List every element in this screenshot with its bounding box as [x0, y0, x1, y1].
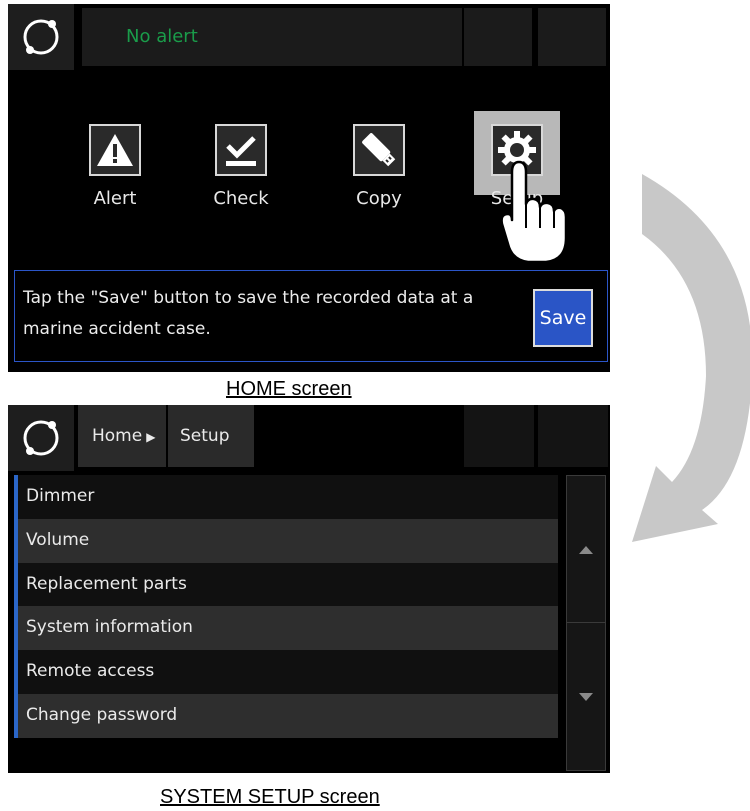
status-box-1: [464, 405, 534, 467]
message-bar: Tap the "Save" button to save the record…: [14, 270, 608, 362]
save-instruction-text: Tap the "Save" button to save the record…: [23, 288, 474, 339]
check-button[interactable]: Check: [178, 122, 298, 242]
triangle-down-icon: [579, 693, 593, 701]
logo-icon: [23, 420, 59, 456]
home-top-bar: No alert: [8, 4, 610, 70]
menu-item-replacement-parts[interactable]: Replacement parts: [14, 562, 558, 607]
flow-arrow-icon: [632, 174, 750, 542]
alert-status-bar[interactable]: No alert: [82, 8, 462, 66]
save-button[interactable]: Save: [533, 289, 593, 347]
home-logo-button[interactable]: [8, 4, 74, 70]
alert-tile: [89, 124, 141, 176]
scrollbar[interactable]: [566, 475, 606, 771]
setup-screen-caption: SYSTEM SETUP screen: [160, 786, 380, 808]
status-box-2: [538, 405, 608, 467]
warning-triangle-icon: [97, 134, 133, 166]
home-screen-caption: HOME screen: [226, 378, 352, 400]
logo-icon: [23, 19, 59, 55]
breadcrumb-current: Setup: [168, 405, 254, 467]
scroll-up-button[interactable]: [567, 476, 605, 623]
check-tile: [215, 124, 267, 176]
pointing-hand-icon: [500, 160, 568, 264]
system-setup-screen: Home ▶ Setup Dimmer Volume Replacement pa…: [8, 405, 610, 773]
home-screen: No alert Alert Check Copy Tap the "Save"…: [8, 4, 610, 372]
usb-drive-icon: [362, 133, 396, 167]
status-box-1: [464, 8, 532, 66]
scroll-down-button[interactable]: [567, 623, 605, 770]
check-label: Check: [213, 188, 269, 209]
status-box-2: [538, 8, 606, 66]
setup-menu-list: Dimmer Volume Replacement parts System i…: [14, 475, 558, 738]
alert-button[interactable]: Alert: [52, 122, 172, 242]
menu-item-system-information[interactable]: System information: [14, 606, 558, 651]
chevron-right-icon: ▶: [146, 430, 156, 444]
alert-label: Alert: [93, 188, 137, 209]
copy-tile: [353, 124, 405, 176]
menu-item-volume[interactable]: Volume: [14, 518, 558, 563]
menu-item-change-password[interactable]: Change password: [14, 693, 558, 738]
copy-button[interactable]: Copy: [316, 122, 436, 242]
menu-item-remote-access[interactable]: Remote access: [14, 650, 558, 694]
checkbox-icon: [226, 136, 256, 166]
menu-item-dimmer[interactable]: Dimmer: [14, 475, 558, 519]
triangle-up-icon: [579, 546, 593, 554]
setup-logo-button[interactable]: [8, 405, 74, 471]
breadcrumb-home[interactable]: Home ▶: [78, 405, 166, 467]
stage: No alert Alert Check Copy Tap the "Save"…: [0, 0, 750, 811]
breadcrumb-home-label: Home: [92, 426, 143, 446]
copy-label: Copy: [356, 188, 402, 209]
